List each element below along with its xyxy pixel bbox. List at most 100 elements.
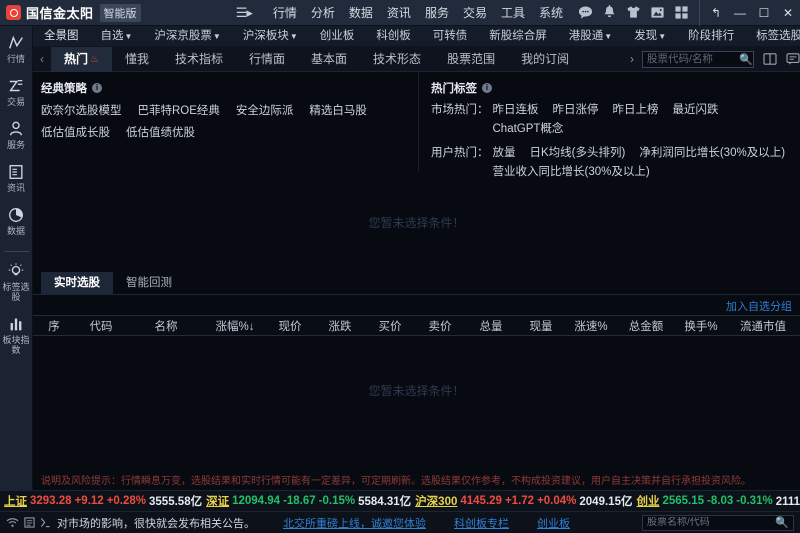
strategy-chip-ouneier[interactable]: 欧奈尔选股模型 — [41, 102, 122, 118]
column-header-xianliang[interactable]: 现量 — [517, 318, 565, 334]
ratio-icon[interactable] — [40, 517, 51, 528]
nav-item-chuangyeban[interactable]: 创业板 — [309, 26, 366, 47]
monitor-icon[interactable] — [24, 517, 35, 528]
column-header-maichu[interactable]: 卖价 — [415, 318, 465, 334]
hot-tag-rikjunxian[interactable]: 日K均线(多头排列) — [530, 144, 626, 160]
status-link-beijiaosuo[interactable]: 北交所重磅上线，诚邀您体验 — [283, 515, 426, 531]
menu-icon[interactable]: ☰▸ — [236, 5, 252, 21]
grid-icon[interactable] — [674, 5, 689, 20]
column-header-zhangdie[interactable]: 涨跌 — [315, 318, 365, 334]
column-header-zongjine[interactable]: 总金额 — [617, 318, 675, 334]
column-header-liutongshizhi[interactable]: 流通市值 — [727, 318, 799, 334]
menu-item-jiaoyi[interactable]: 交易 — [456, 0, 494, 26]
split-view-icon[interactable] — [763, 53, 777, 65]
column-header-xu[interactable]: 序 — [33, 318, 75, 334]
hot-tag-yingyeshouruzengzhang[interactable]: 营业收入同比增长(30%及以上) — [493, 163, 650, 179]
bell-icon[interactable] — [602, 5, 617, 20]
strategy-chip-digujiazhichengzhanggu[interactable]: 低估值成长股 — [41, 124, 110, 140]
tab-jibenmian[interactable]: 基本面 — [298, 47, 360, 72]
restore-history-button[interactable]: ↰ — [704, 0, 728, 26]
wifi-icon[interactable] — [6, 517, 19, 528]
nav-item-hushenjinggupiao[interactable]: 沪深京股票▼ — [143, 26, 231, 47]
column-header-maijia[interactable]: 买价 — [365, 318, 415, 334]
nav-item-faxian[interactable]: 发现▼ — [623, 26, 677, 47]
sidebar-item-shuju[interactable]: 数据 — [0, 206, 33, 236]
add-to-watchlist-button[interactable]: 加入自选分组 — [726, 298, 792, 314]
column-header-xianjia[interactable]: 现价 — [265, 318, 315, 334]
strategy-chip-bafeite-roe[interactable]: 巴菲特ROE经典 — [138, 102, 220, 118]
sidebar-item-jiaoyi[interactable]: 交易 — [0, 77, 33, 107]
status-link-chuangyeban[interactable]: 创业板 — [537, 515, 570, 531]
nav-item-ganggutong[interactable]: 港股通▼ — [558, 26, 623, 47]
chat-bubble-icon[interactable] — [578, 5, 593, 20]
search-input[interactable] — [647, 53, 739, 65]
chevron-left-icon[interactable]: ‹ — [33, 52, 51, 66]
column-header-zongliang[interactable]: 总量 — [465, 318, 517, 334]
index-name-hushen300[interactable]: 沪深300 — [415, 493, 457, 509]
menu-item-zixun[interactable]: 资讯 — [380, 0, 418, 26]
sidebar-item-fuwu[interactable]: 服务 — [0, 120, 33, 150]
hot-tag-jinglirunzengzhang[interactable]: 净利润同比增长(30%及以上) — [639, 144, 785, 160]
sidebar-item-bankuaizhishu[interactable]: 板块指数 — [0, 315, 33, 355]
hot-tag-chatgpt-gainian[interactable]: ChatGPT概念 — [493, 120, 564, 136]
tab-hangqingmian[interactable]: 行情面 — [236, 47, 298, 72]
minimize-button[interactable]: — — [728, 0, 752, 26]
nav-item-kezhuanzhai[interactable]: 可转债 — [422, 26, 479, 47]
nav-item-hushenbankuai[interactable]: 沪深板块▼ — [232, 26, 309, 47]
maximize-button[interactable]: ☐ — [752, 0, 776, 26]
status-link-kechuangban[interactable]: 科创板专栏 — [454, 515, 509, 531]
tab-gupiaofanwei[interactable]: 股票范围 — [434, 47, 508, 72]
menu-item-fenxi[interactable]: 分析 — [304, 0, 342, 26]
menu-item-hangqing[interactable]: 行情 — [266, 0, 304, 26]
menu-item-fuwu[interactable]: 服务 — [418, 0, 456, 26]
close-button[interactable]: ✕ — [776, 0, 800, 26]
hot-tag-zuorilianban[interactable]: 昨日连板 — [493, 101, 539, 117]
column-header-huanshou[interactable]: 换手% — [675, 318, 727, 334]
chevron-right-icon[interactable]: › — [622, 52, 642, 66]
strategy-chip-digujiazhijiyougu[interactable]: 低估值绩优股 — [126, 124, 195, 140]
sidebar-item-biaoqianxuangu[interactable]: 标签选股 — [0, 262, 33, 302]
disclaimer-text: 说明及风险提示：行情瞬息万变，选股结果和实时行情可能有一定差异，可定期刷新。选股… — [33, 472, 800, 487]
nav-item-xinguzongheping[interactable]: 新股综合屏 — [478, 26, 558, 47]
tab-wodedingyue[interactable]: 我的订阅 — [508, 47, 582, 72]
nav-item-jieduanpaihang[interactable]: 阶段排行 — [677, 26, 745, 47]
info-icon[interactable]: i — [92, 83, 102, 93]
index-name-chuangye[interactable]: 创业 — [636, 493, 659, 509]
nav-item-quanjingtu[interactable]: 全景图 — [33, 26, 90, 47]
tab-dongwo[interactable]: 懂我 — [112, 47, 162, 72]
tab-zhinenghuice[interactable]: 智能回测 — [113, 272, 185, 294]
index-name-shangzheng[interactable]: 上证 — [4, 493, 27, 509]
hot-tag-zuijinshandie[interactable]: 最近闪跌 — [673, 101, 719, 117]
hot-tag-zuorizhangting[interactable]: 昨日涨停 — [553, 101, 599, 117]
nav-item-biaoqianxuangu[interactable]: 标签选股 — [745, 26, 800, 47]
tab-remen[interactable]: 热门♨ — [51, 47, 112, 72]
sidebar-item-zixun[interactable]: 资讯 — [0, 163, 33, 193]
sidebar-item-hangqing[interactable]: 行情 — [0, 34, 33, 64]
hot-tag-fangliang[interactable]: 放量 — [493, 144, 516, 160]
status-search-container[interactable]: 🔍 — [642, 515, 794, 531]
shirt-icon[interactable] — [626, 5, 641, 20]
search-input-container[interactable]: 🔍 — [642, 51, 754, 68]
nav-item-kechuangban[interactable]: 科创板 — [365, 26, 422, 47]
menu-item-shuju[interactable]: 数据 — [342, 0, 380, 26]
tab-jishuxingtai[interactable]: 技术形态 — [360, 47, 434, 72]
picture-icon[interactable] — [650, 5, 665, 20]
hot-tag-zuorishangbang[interactable]: 昨日上榜 — [613, 101, 659, 117]
column-header-zhangfu[interactable]: 涨幅%↓ — [205, 318, 265, 334]
strategy-chip-anquanbianjipai[interactable]: 安全边际派 — [236, 102, 294, 118]
tab-shishixuangu[interactable]: 实时选股 — [41, 272, 113, 294]
tab-jishuzhibiao[interactable]: 技术指标 — [162, 47, 236, 72]
menu-item-xitong[interactable]: 系统 — [532, 0, 570, 26]
index-name-shenzheng[interactable]: 深证 — [206, 493, 229, 509]
status-search-input[interactable] — [647, 517, 775, 528]
magnifier-icon[interactable]: 🔍 — [739, 53, 753, 66]
magnifier-icon[interactable]: 🔍 — [775, 516, 789, 529]
column-header-daima[interactable]: 代码 — [75, 318, 127, 334]
menu-item-gongju[interactable]: 工具 — [494, 0, 532, 26]
nav-item-zixuan[interactable]: 自选▼ — [90, 26, 144, 47]
column-header-mingcheng[interactable]: 名称 — [127, 318, 205, 334]
column-header-zhangsu[interactable]: 涨速% — [565, 318, 617, 334]
strategy-chip-jingxuanbaimagu[interactable]: 精选白马股 — [309, 102, 367, 118]
comment-icon[interactable] — [786, 53, 800, 65]
info-icon[interactable]: i — [482, 83, 492, 93]
